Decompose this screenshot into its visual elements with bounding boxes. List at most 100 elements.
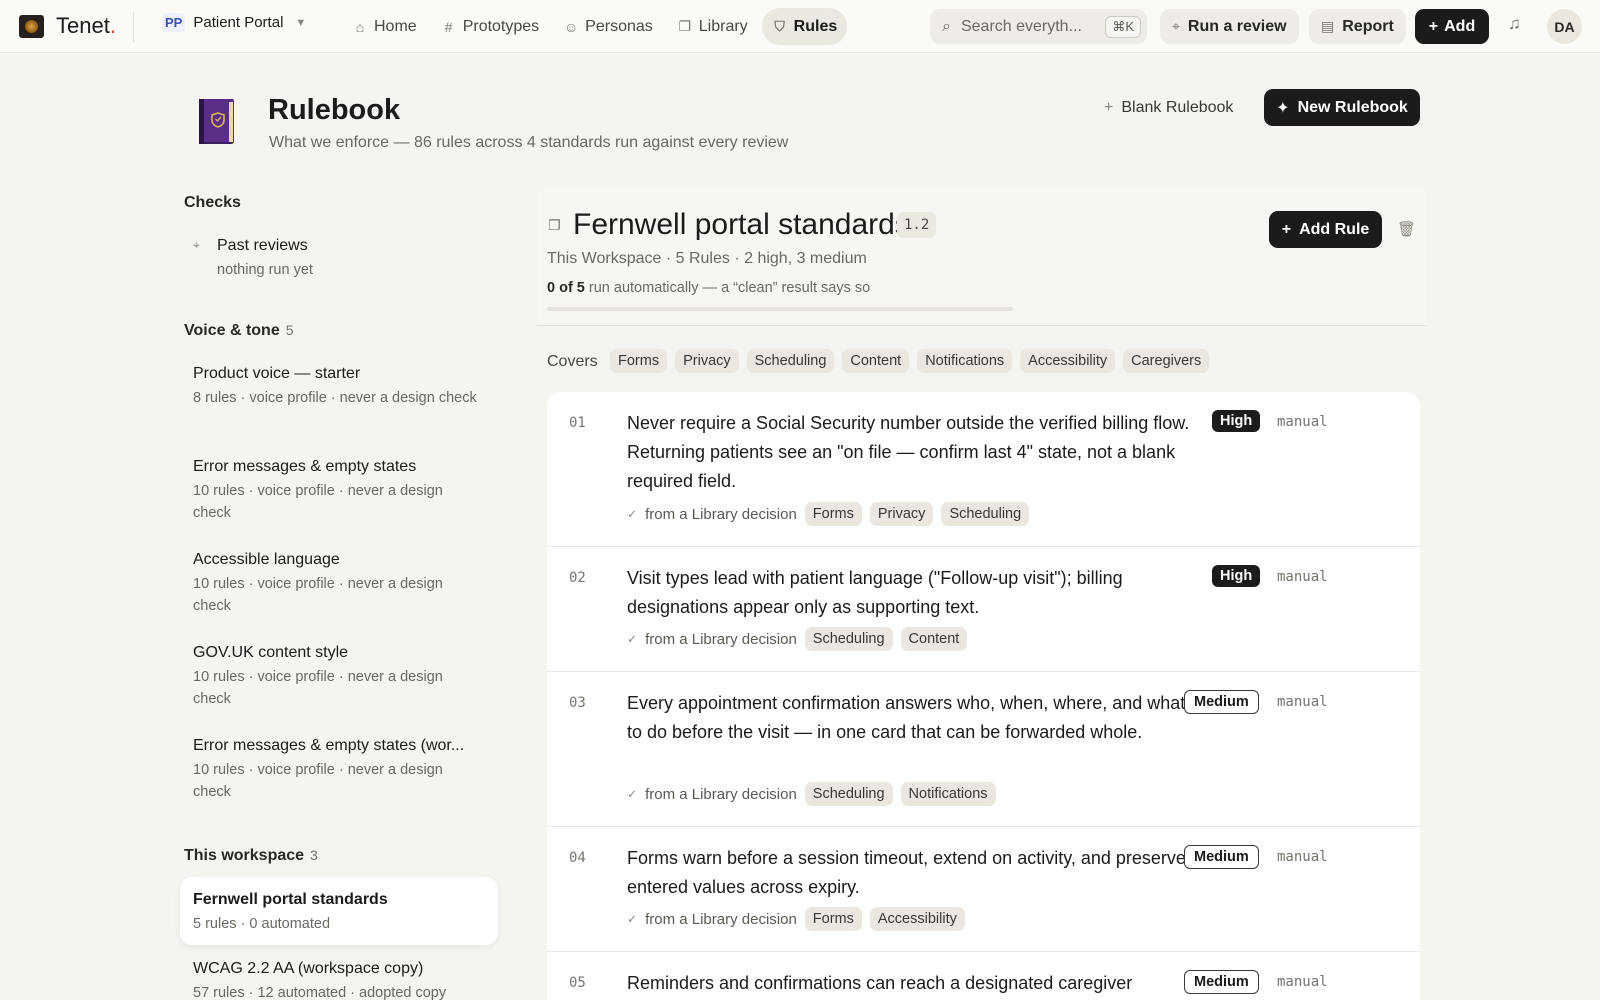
rulebook-icon	[199, 99, 234, 144]
cover-tag[interactable]: Caregivers	[1123, 349, 1210, 373]
plus-icon: +	[1281, 220, 1292, 238]
shortcut-hint: ⌘K	[1105, 15, 1141, 38]
nav-personas[interactable]: ☺ Personas	[553, 8, 663, 45]
covers-label: Covers	[547, 353, 598, 370]
logo-icon	[19, 15, 44, 38]
home-icon: ⌂	[355, 18, 365, 35]
rule-tag: Scheduling	[804, 627, 893, 651]
cover-tag[interactable]: Forms	[610, 349, 668, 373]
rule-source: ✓ from a Library decision Forms Accessib…	[627, 907, 965, 931]
rule-number: 05	[569, 975, 586, 991]
workspace-count: 3	[310, 847, 318, 863]
nav-home[interactable]: ⌂ Home	[342, 8, 427, 45]
bell-icon[interactable]: ♫	[1508, 14, 1521, 34]
rule-row[interactable]: 02 Visit types lead with patient languag…	[547, 547, 1420, 672]
severity-badge: High	[1212, 410, 1261, 432]
automation-status: 0 of 5 run automatically — a “clean” res…	[547, 280, 871, 296]
sidebar-item-error-messages-copy[interactable]: Error messages & empty states (wor... 10 …	[193, 737, 483, 803]
sidebar-item-fernwell[interactable]: Fernwell portal standards 5 rules · 0 au…	[180, 877, 498, 945]
rule-tag: Content	[900, 627, 968, 651]
rule-mode: manual	[1277, 569, 1328, 585]
project-name: Patient Portal	[193, 14, 284, 31]
rule-number: 01	[569, 415, 586, 431]
book-icon: ❐	[678, 18, 692, 34]
rule-tag: Notifications	[900, 782, 996, 806]
cover-tag[interactable]: Notifications	[917, 349, 1013, 373]
page-title: Rulebook	[268, 94, 401, 126]
cover-tag[interactable]: Privacy	[675, 349, 739, 373]
rule-row[interactable]: 01 Never require a Social Security numbe…	[547, 392, 1420, 547]
divider	[133, 12, 134, 42]
plus-icon: +	[1104, 99, 1114, 116]
rule-row[interactable]: 03 Every appointment confirmation answer…	[547, 672, 1420, 827]
sidebar-item-govuk-style[interactable]: GOV.UK content style 10 rules · voice pro…	[193, 644, 483, 710]
plus-icon: +	[1428, 17, 1439, 35]
app-logo[interactable]: Tenet.	[56, 13, 116, 39]
workspace-heading: This workspace 3	[184, 847, 318, 864]
search-icon: ⌕	[942, 17, 951, 35]
sidebar-item-wcag[interactable]: WCAG 2.2 AA (workspace copy) 57 rules · 1…	[193, 960, 483, 1000]
nav-rules[interactable]: ⛉ Rules	[761, 8, 848, 45]
page-subtitle: What we enforce — 86 rules across 4 stan…	[269, 134, 789, 151]
nav-prototypes[interactable]: # Prototypes	[431, 8, 549, 45]
report-button[interactable]: ▤ Report	[1309, 9, 1406, 44]
blank-rulebook-button[interactable]: + Blank Rulebook	[1104, 95, 1233, 121]
add-rule-button[interactable]: + Add Rule	[1269, 211, 1382, 248]
shield-icon: ⛉	[774, 18, 785, 34]
rule-number: 03	[569, 695, 586, 711]
rule-row[interactable]: 04 Forms warn before a session timeout, …	[547, 827, 1420, 952]
rules-list: 01 Never require a Social Security numbe…	[547, 392, 1420, 1000]
checks-heading: Checks	[184, 194, 241, 211]
sidebar-item-accessible-language[interactable]: Accessible language 10 rules · voice prof…	[193, 551, 483, 617]
rule-tag: Scheduling	[941, 502, 1030, 526]
rule-text: Reminders and confirmations can reach a …	[627, 973, 1133, 993]
avatar[interactable]: DA	[1547, 9, 1582, 44]
sidebar-item-error-messages[interactable]: Error messages & empty states 10 rules · …	[193, 458, 483, 524]
personas-icon: ☺	[564, 18, 579, 35]
rule-number: 02	[569, 570, 586, 586]
rule-source: ✓ from a Library decision Scheduling Not…	[627, 782, 996, 806]
check-icon: ✓	[627, 632, 638, 646]
rule-number: 04	[569, 850, 586, 866]
rule-text: Visit types lead with patient language (…	[627, 568, 1123, 617]
add-button[interactable]: + Add	[1415, 9, 1489, 44]
rule-mode: manual	[1277, 974, 1328, 990]
rule-tag: Scheduling	[804, 782, 893, 806]
cover-tag[interactable]: Content	[842, 349, 910, 373]
search-placeholder: Search everyth...	[960, 17, 1082, 35]
rule-tag: Privacy	[869, 502, 934, 526]
check-icon: ✓	[627, 912, 638, 926]
rule-row[interactable]: 05 Reminders and confirmations can reach…	[547, 952, 1420, 1000]
run-review-button[interactable]: ⌖ Run a review	[1160, 9, 1299, 44]
severity-badge: Medium	[1184, 845, 1259, 869]
search-input[interactable]: ⌕ Search everyth... ⌘K	[930, 9, 1147, 44]
severity-badge: High	[1212, 565, 1261, 587]
scan-icon: ⌖	[1172, 18, 1180, 34]
rule-mode: manual	[1277, 694, 1328, 710]
voice-tone-heading: Voice & tone 5	[184, 322, 294, 339]
rule-tag: Forms	[804, 907, 862, 931]
sidebar-item-product-voice[interactable]: Product voice — starter 8 rules · voice p…	[193, 365, 483, 409]
past-reviews-item[interactable]: Past reviews nothing run yet	[217, 237, 507, 281]
document-icon: ▤	[1321, 18, 1335, 34]
rulebook-title: Fernwell portal standards	[573, 208, 910, 241]
copy-icon[interactable]: ❐	[548, 217, 561, 234]
rule-source: ✓ from a Library decision Scheduling Con…	[627, 627, 968, 651]
rule-text: Never require a Social Security number o…	[627, 413, 1190, 491]
rule-text: Forms warn before a session timeout, ext…	[627, 848, 1186, 897]
cover-tag[interactable]: Scheduling	[746, 349, 835, 373]
voice-tone-count: 5	[285, 322, 294, 338]
nav-library[interactable]: ❐ Library	[667, 8, 758, 45]
chevron-down-icon: ▼	[295, 16, 307, 29]
hash-icon: #	[444, 18, 453, 35]
severity-badge: Medium	[1184, 970, 1259, 994]
project-switcher[interactable]: PP Patient Portal ▼	[162, 13, 306, 32]
cover-tag[interactable]: Accessibility	[1020, 349, 1116, 373]
trash-icon[interactable]: 🗑	[1397, 220, 1416, 238]
rulebook-meta: This Workspace · 5 Rules · 2 high, 3 med…	[547, 250, 867, 267]
scan-icon: ⌖	[193, 238, 200, 252]
check-icon: ✓	[627, 507, 638, 521]
new-rulebook-button[interactable]: ✦ New Rulebook	[1264, 89, 1420, 126]
severity-badge: Medium	[1184, 690, 1259, 714]
project-badge: PP	[162, 13, 186, 32]
